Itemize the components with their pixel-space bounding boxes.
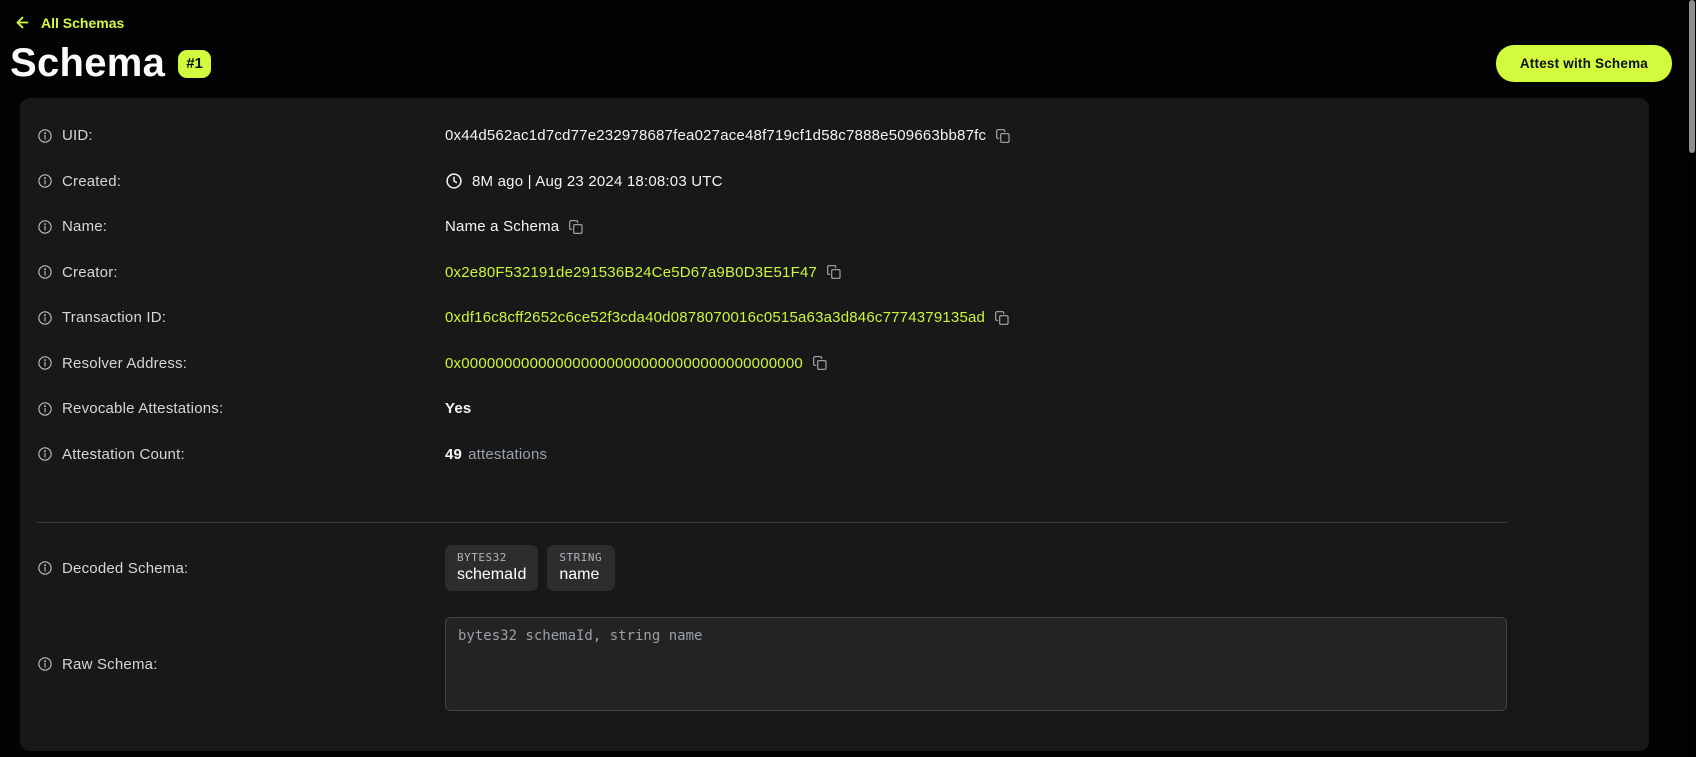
arrow-left-icon bbox=[14, 14, 31, 31]
schema-detail-page: All Schemas Schema #1 Attest with Schema… bbox=[0, 0, 1696, 751]
revocable-value: Yes bbox=[445, 400, 471, 417]
transaction-id-label-cell: Transaction ID: bbox=[37, 309, 445, 326]
field-type: STRING bbox=[559, 551, 603, 564]
uid-label: UID: bbox=[62, 127, 93, 144]
creator-label-cell: Creator: bbox=[37, 264, 445, 281]
raw-schema-row: Raw Schema: bytes32 schemaId, string nam… bbox=[37, 617, 1507, 711]
resolver-address-link[interactable]: 0x00000000000000000000000000000000000000… bbox=[445, 355, 803, 372]
resolver-address-row: Resolver Address: 0x00000000000000000000… bbox=[37, 341, 1507, 387]
transaction-id-link[interactable]: 0xdf16c8cff2652c6ce52f3cda40d0878070016c… bbox=[445, 309, 985, 326]
info-icon bbox=[37, 446, 53, 462]
created-value: 8M ago | Aug 23 2024 18:08:03 UTC bbox=[472, 173, 723, 190]
transaction-id-row: Transaction ID: 0xdf16c8cff2652c6ce52f3c… bbox=[37, 295, 1507, 341]
scrollbar-track[interactable] bbox=[1688, 0, 1696, 757]
schema-field-chip: STRING name bbox=[547, 545, 615, 591]
info-icon bbox=[37, 656, 53, 672]
creator-address-link[interactable]: 0x2e80F532191de291536B24Ce5D67a9B0D3E51F… bbox=[445, 264, 817, 281]
uid-value: 0x44d562ac1d7cd77e232978687fea027ace48f7… bbox=[445, 127, 986, 144]
name-row: Name: Name a Schema bbox=[37, 204, 1507, 250]
copy-icon[interactable] bbox=[826, 264, 842, 280]
schema-name-value: Name a Schema bbox=[445, 218, 559, 235]
info-icon bbox=[37, 310, 53, 326]
name-label-cell: Name: bbox=[37, 218, 445, 235]
decoded-schema-row: Decoded Schema: BYTES32 schemaId STRING … bbox=[37, 545, 1507, 591]
page-title: Schema bbox=[10, 41, 165, 86]
clock-icon bbox=[445, 172, 463, 190]
created-row: Created: 8M ago | Aug 23 2024 18:08:03 U… bbox=[37, 159, 1507, 205]
decoded-schema-label-cell: Decoded Schema: bbox=[37, 560, 445, 577]
info-icon bbox=[37, 219, 53, 235]
decoded-schema-fields: BYTES32 schemaId STRING name bbox=[445, 545, 615, 591]
attestation-count-value: 49 bbox=[445, 446, 462, 463]
info-icon bbox=[37, 401, 53, 417]
created-label: Created: bbox=[62, 173, 121, 190]
resolver-label-cell: Resolver Address: bbox=[37, 355, 445, 372]
schema-detail-card: UID: 0x44d562ac1d7cd77e232978687fea027ac… bbox=[20, 98, 1649, 751]
copy-icon[interactable] bbox=[812, 355, 828, 371]
attestation-count-label: Attestation Count: bbox=[62, 446, 185, 463]
field-type: BYTES32 bbox=[457, 551, 526, 564]
back-to-all-schemas-link[interactable]: All Schemas bbox=[14, 14, 124, 31]
attestation-count-label-cell: Attestation Count: bbox=[37, 446, 445, 463]
info-icon bbox=[37, 173, 53, 189]
uid-row: UID: 0x44d562ac1d7cd77e232978687fea027ac… bbox=[37, 113, 1507, 159]
raw-schema-textarea[interactable]: bytes32 schemaId, string name bbox=[445, 617, 1507, 711]
created-label-cell: Created: bbox=[37, 173, 445, 190]
attestation-count-row: Attestation Count: 49 attestations bbox=[37, 432, 1507, 478]
raw-schema-label: Raw Schema: bbox=[62, 656, 158, 673]
scrollbar-thumb[interactable] bbox=[1689, 0, 1695, 153]
info-icon bbox=[37, 128, 53, 144]
info-icon bbox=[37, 355, 53, 371]
info-icon bbox=[37, 560, 53, 576]
revocable-attestations-label: Revocable Attestations: bbox=[62, 400, 223, 417]
attestations-link[interactable]: attestations bbox=[468, 446, 547, 463]
attest-with-schema-button[interactable]: Attest with Schema bbox=[1496, 45, 1672, 82]
creator-label: Creator: bbox=[62, 264, 118, 281]
copy-icon[interactable] bbox=[994, 310, 1010, 326]
resolver-address-label: Resolver Address: bbox=[62, 355, 187, 372]
schema-number-badge: #1 bbox=[178, 50, 211, 78]
raw-schema-label-cell: Raw Schema: bbox=[37, 656, 445, 673]
copy-icon[interactable] bbox=[995, 128, 1011, 144]
revocable-label-cell: Revocable Attestations: bbox=[37, 400, 445, 417]
copy-icon[interactable] bbox=[568, 219, 584, 235]
schema-field-chip: BYTES32 schemaId bbox=[445, 545, 538, 591]
info-icon bbox=[37, 264, 53, 280]
field-name: name bbox=[559, 566, 603, 584]
field-name: schemaId bbox=[457, 566, 526, 584]
decoded-schema-label: Decoded Schema: bbox=[62, 560, 188, 577]
title-row: Schema #1 Attest with Schema bbox=[10, 41, 1672, 86]
name-label: Name: bbox=[62, 218, 107, 235]
revocable-attestations-row: Revocable Attestations: Yes bbox=[37, 386, 1507, 432]
creator-row: Creator: 0x2e80F532191de291536B24Ce5D67a… bbox=[37, 250, 1507, 296]
transaction-id-label: Transaction ID: bbox=[62, 309, 166, 326]
section-divider bbox=[37, 522, 1507, 523]
back-link-label: All Schemas bbox=[41, 15, 124, 31]
uid-label-cell: UID: bbox=[37, 127, 445, 144]
